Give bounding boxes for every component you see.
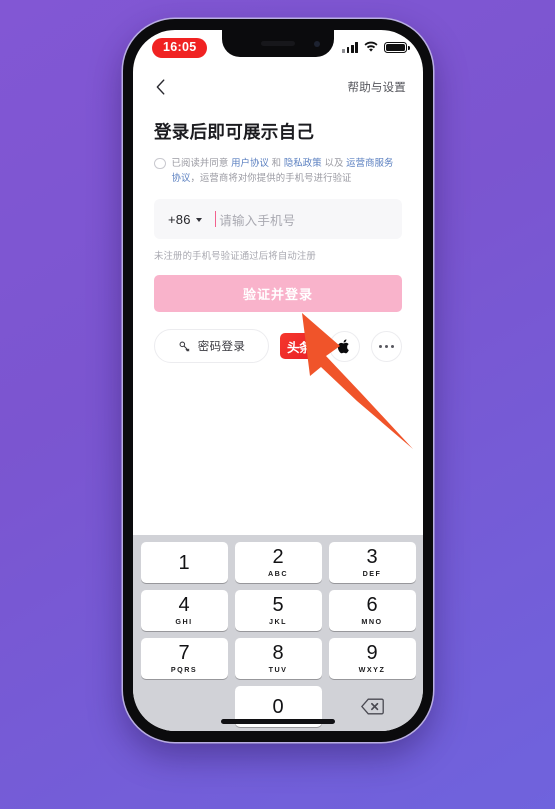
- home-indicator-bar: [221, 719, 335, 724]
- cellular-signal-icon: [342, 42, 358, 53]
- chevron-left-icon[interactable]: [150, 76, 172, 98]
- privacy-policy-link[interactable]: 隐私政策: [284, 157, 322, 168]
- apple-logo-icon: [337, 339, 349, 354]
- key-7[interactable]: 7 PQRS: [140, 638, 228, 679]
- agreement-conjunction-1: 和: [268, 157, 284, 168]
- agreement-suffix: ，运营商将对你提供的手机号进行验证: [190, 172, 352, 184]
- wifi-icon: [364, 41, 378, 52]
- key-letters: TUV: [268, 665, 288, 675]
- agreement-text: 已阅读并同意 用户协议 和 隐私政策 以及 运营商服务协议，运营商将对你提供的手…: [172, 155, 403, 185]
- alternate-login-row: 密码登录 头条: [154, 329, 402, 364]
- navigation-bar: 帮助与设置: [133, 68, 423, 106]
- text-caret: [214, 211, 217, 228]
- more-login-options-button[interactable]: [371, 330, 402, 362]
- agreement-prefix: 已阅读并同意: [171, 157, 232, 168]
- key-3[interactable]: 3 DEF: [328, 542, 416, 583]
- key-1[interactable]: 1: [140, 542, 228, 583]
- login-form-container: 登录后即可展示自己 已阅读并同意 用户协议 和 隐私政策 以及 运营商服务协议，…: [133, 106, 423, 364]
- agreement-row[interactable]: 已阅读并同意 用户协议 和 隐私政策 以及 运营商服务协议，运营商将对你提供的手…: [154, 155, 402, 185]
- agreement-checkbox[interactable]: [154, 157, 166, 169]
- battery-full-icon: [384, 41, 410, 53]
- key-letters: WXYZ: [358, 665, 386, 675]
- key-letters: PQRS: [170, 665, 198, 675]
- user-agreement-link[interactable]: 用户协议: [231, 157, 269, 168]
- key-4[interactable]: 4 GHI: [140, 590, 228, 631]
- apple-login-button[interactable]: [329, 330, 360, 362]
- help-and-settings-link[interactable]: 帮助与设置: [348, 79, 407, 95]
- agreement-conjunction-2: 以及: [321, 157, 347, 168]
- phone-screen: 16:05 帮助与设置 登录后即可展示自己 已阅读并同意 用户协议 和 隐私政策…: [133, 30, 423, 731]
- key-letters: MNO: [361, 617, 383, 627]
- password-login-button[interactable]: 密码登录: [154, 329, 269, 364]
- password-login-label: 密码登录: [197, 341, 246, 354]
- key-digit: 4: [178, 593, 190, 616]
- screenshot-background: 16:05 帮助与设置 登录后即可展示自己 已阅读并同意 用户协议 和 隐私政策…: [0, 0, 555, 809]
- notch-front-camera-icon: [314, 41, 320, 47]
- more-horizontal-icon: [379, 344, 394, 349]
- key-letters: JKL: [268, 617, 288, 627]
- keypad-row: 7 PQRS 8 TUV 9 WXYZ: [137, 638, 419, 679]
- key-digit: 7: [178, 641, 190, 664]
- key-digit: 2: [272, 545, 284, 568]
- key-digit: 0: [272, 695, 284, 718]
- key-letters: ABC: [267, 569, 289, 579]
- status-time-recording-badge: 16:05: [152, 38, 208, 58]
- backspace-delete-icon: [360, 698, 384, 715]
- keypad-blank-cell: [141, 686, 228, 727]
- key-digit: 8: [272, 641, 284, 664]
- device-notch: [222, 30, 334, 57]
- keypad-row: 4 GHI 5 JKL 6 MNO: [137, 590, 419, 631]
- key-icon: [179, 341, 190, 352]
- key-digit: 5: [272, 593, 284, 616]
- key-letters: DEF: [362, 569, 382, 579]
- key-5[interactable]: 5 JKL: [234, 590, 322, 631]
- country-code-value[interactable]: +86: [168, 212, 191, 227]
- chevron-down-icon[interactable]: [195, 217, 202, 222]
- page-title: 登录后即可展示自己: [154, 122, 315, 142]
- notch-speaker: [261, 41, 295, 46]
- phone-number-input-row[interactable]: +86 请输入手机号: [154, 199, 402, 240]
- verify-and-login-button[interactable]: 验证并登录: [154, 275, 402, 313]
- key-digit: 6: [366, 593, 378, 616]
- status-bar-indicators: [342, 41, 410, 53]
- key-6[interactable]: 6 MNO: [328, 590, 416, 631]
- key-digit: 3: [366, 545, 378, 568]
- key-digit: 1: [178, 551, 190, 574]
- phone-input-placeholder[interactable]: 请输入手机号: [219, 210, 295, 229]
- key-letters: GHI: [175, 617, 193, 627]
- key-digit: 9: [366, 641, 378, 664]
- phone-device-frame: 16:05 帮助与设置 登录后即可展示自己 已阅读并同意 用户协议 和 隐私政策…: [123, 19, 433, 742]
- toutiao-login-button[interactable]: 头条: [280, 333, 318, 360]
- verify-and-login-label: 验证并登录: [242, 287, 313, 303]
- numeric-keypad[interactable]: 1 2 ABC 3 DEF 4 GHI 5 JKL 6 MNO 7 PQRS 8…: [133, 535, 423, 731]
- key-2[interactable]: 2 ABC: [234, 542, 322, 583]
- key-backspace[interactable]: [329, 686, 416, 727]
- key-8[interactable]: 8 TUV: [234, 638, 322, 679]
- auto-register-hint: 未注册的手机号验证通过后将自动注册: [154, 250, 316, 262]
- keypad-row: 1 2 ABC 3 DEF: [137, 542, 419, 583]
- key-9[interactable]: 9 WXYZ: [328, 638, 416, 679]
